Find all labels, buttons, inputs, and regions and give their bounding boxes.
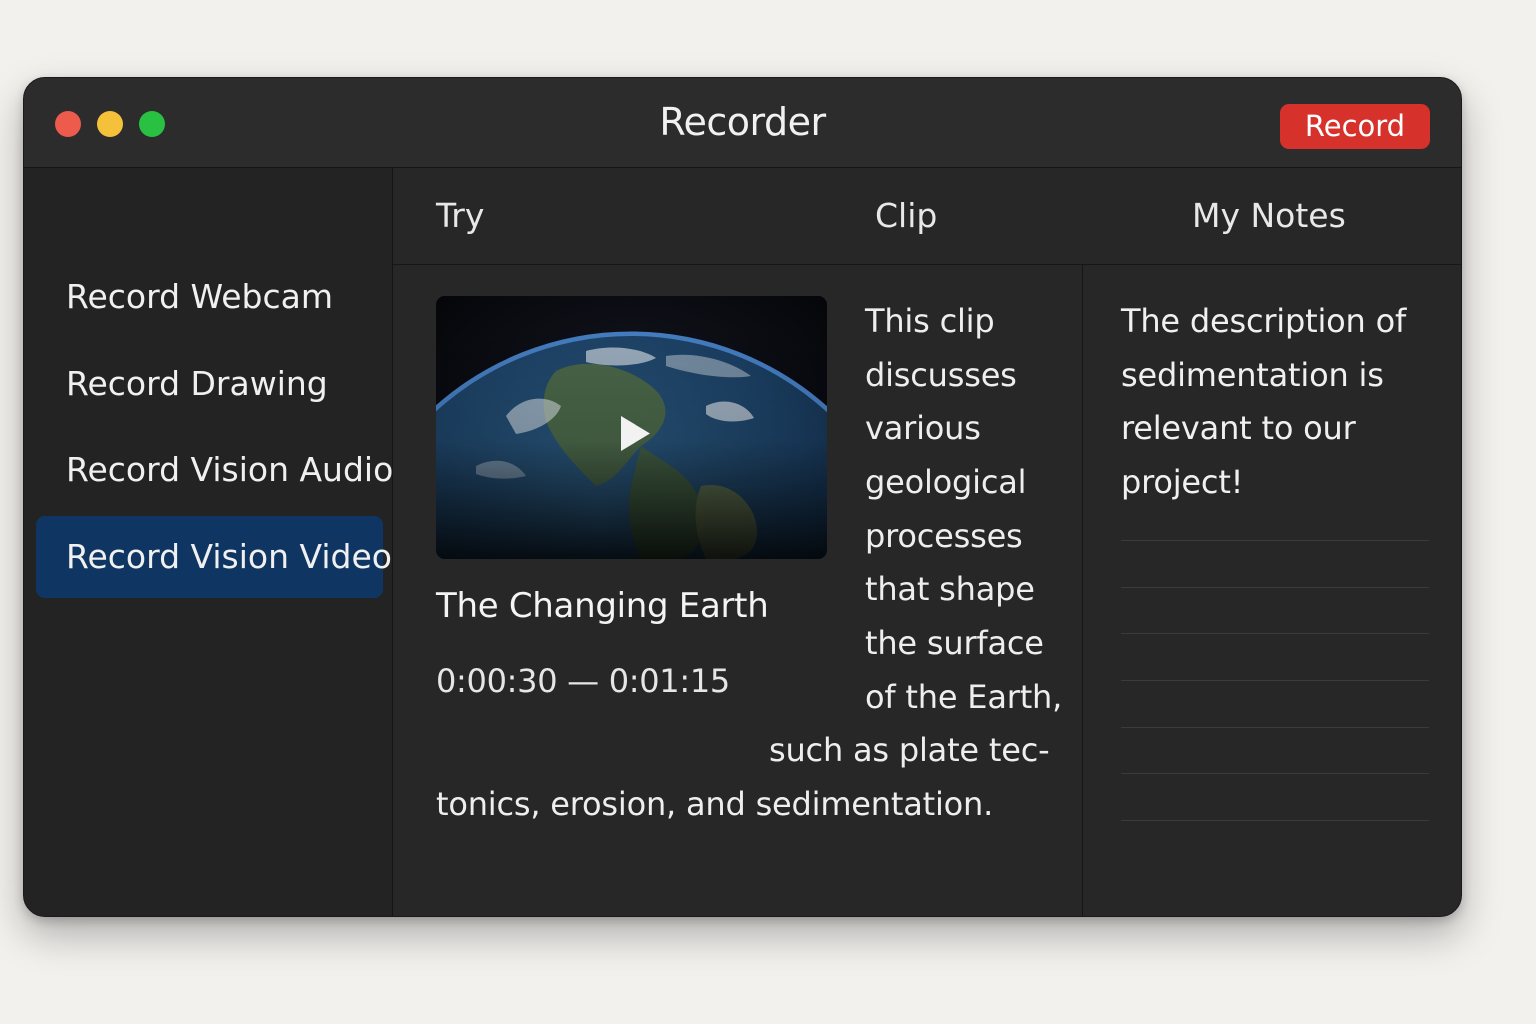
clip-description-line: tonics, erosion, and sedimentation. bbox=[436, 785, 994, 823]
sidebar-item-record-vision-video[interactable]: Record Vision Video bbox=[36, 516, 392, 598]
tab-my-notes[interactable]: My Notes bbox=[1192, 196, 1346, 235]
sidebar-item-record-drawing[interactable]: Record Drawing bbox=[36, 343, 383, 425]
earth-thumbnail-image bbox=[436, 296, 827, 559]
clip-description-line: geological bbox=[865, 463, 1027, 501]
title-bar: Recorder Record bbox=[24, 78, 1461, 168]
clip-description-line: of the Earth, bbox=[865, 678, 1063, 716]
clip-description-line: processes bbox=[865, 517, 1023, 555]
note-text-line[interactable]: sedimentation is bbox=[1121, 356, 1384, 394]
clip-description-line: various bbox=[865, 409, 981, 447]
sidebar-item-label: Record Vision Audio bbox=[66, 450, 394, 489]
clip-thumbnail[interactable] bbox=[436, 296, 827, 559]
clip-description-line: that shape bbox=[865, 570, 1035, 608]
window-title: Recorder bbox=[659, 100, 826, 144]
tab-try[interactable]: Try bbox=[436, 196, 484, 235]
notes-rule-line bbox=[1121, 540, 1429, 541]
record-button[interactable]: Record bbox=[1280, 104, 1430, 149]
clip-description-line: such as plate tec- bbox=[769, 731, 1050, 769]
sidebar-item-label: Record Vision Video bbox=[66, 537, 392, 576]
note-text-line[interactable]: project! bbox=[1121, 463, 1243, 501]
clip-description-line: discusses bbox=[865, 356, 1017, 394]
note-text-line[interactable]: relevant to our bbox=[1121, 409, 1356, 447]
note-text-line[interactable]: The description of bbox=[1121, 302, 1406, 340]
sidebar: Record Webcam Record Drawing Record Visi… bbox=[24, 168, 393, 916]
notes-rule-line bbox=[1121, 633, 1429, 634]
clip-description-line: This clip bbox=[865, 302, 995, 340]
tab-bar: Try Clip My Notes bbox=[393, 168, 1461, 265]
notes-rule-line bbox=[1121, 820, 1429, 821]
notes-rule-line bbox=[1121, 587, 1429, 588]
notes-rule-line bbox=[1121, 773, 1429, 774]
notes-rule-line bbox=[1121, 727, 1429, 728]
clip-title: The Changing Earth bbox=[436, 586, 769, 626]
sidebar-item-record-vision-audio[interactable]: Record Vision Audio bbox=[36, 429, 393, 511]
tab-clip[interactable]: Clip bbox=[875, 196, 937, 235]
sidebar-item-label: Record Webcam bbox=[66, 277, 333, 316]
clip-time-range: 0:00:30 — 0:01:15 bbox=[436, 662, 730, 700]
sidebar-item-label: Record Drawing bbox=[66, 364, 328, 403]
column-divider bbox=[1082, 265, 1083, 916]
main-panel: Try Clip My Notes The Changing Earth 0:0… bbox=[393, 168, 1461, 916]
notes-rule-line bbox=[1121, 680, 1429, 681]
clip-description-line: the surface bbox=[865, 624, 1044, 662]
sidebar-item-record-webcam[interactable]: Record Webcam bbox=[36, 256, 383, 338]
recorder-window: Recorder Record Record Webcam Record Dra… bbox=[23, 77, 1462, 917]
